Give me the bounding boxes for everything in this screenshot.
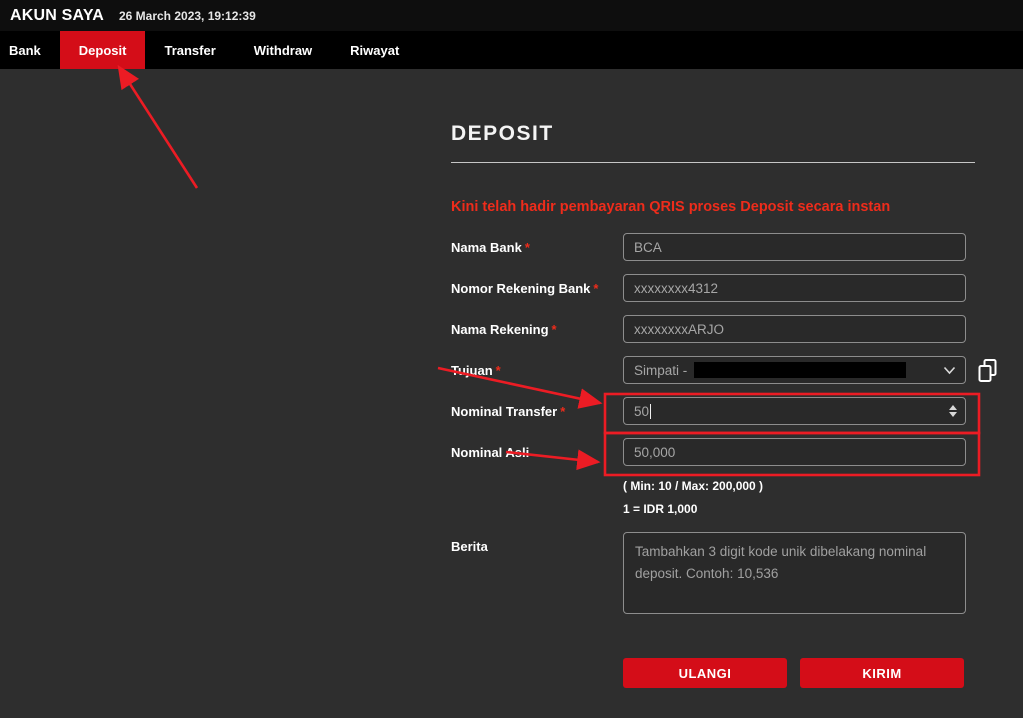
nama-bank-label-text: Nama Bank	[451, 240, 522, 255]
brand-title: AKUN SAYA	[10, 7, 104, 25]
nama-rekening-value: xxxxxxxxARJO	[634, 322, 724, 337]
field-row-nama-rekening: Nama Rekening* xxxxxxxxARJO	[451, 315, 975, 343]
nominal-asli-value: 50,000	[634, 445, 675, 460]
field-row-nominal-asli: Nominal Asli 50,000	[451, 438, 975, 466]
spinner-up-icon[interactable]	[949, 405, 957, 410]
tujuan-label-text: Tujuan	[451, 363, 493, 378]
berita-label: Berita	[451, 532, 623, 614]
tab-transfer[interactable]: Transfer	[145, 31, 234, 69]
qris-notice: Kini telah hadir pembayaran QRIS proses …	[451, 199, 975, 215]
current-datetime: 26 March 2023, 19:12:39	[119, 8, 256, 23]
required-mark: *	[560, 404, 565, 419]
ulangi-button[interactable]: ULANGI	[623, 658, 787, 688]
nama-bank-label: Nama Bank*	[451, 233, 623, 261]
min-max-note: ( Min: 10 / Max: 200,000 )	[623, 479, 975, 493]
required-mark: *	[525, 240, 530, 255]
nama-bank-input[interactable]: BCA	[623, 233, 966, 261]
text-caret	[650, 404, 651, 419]
nominal-transfer-input[interactable]: 50	[623, 397, 966, 425]
spinner-down-icon[interactable]	[949, 412, 957, 417]
tab-withdraw[interactable]: Withdraw	[235, 31, 331, 69]
tujuan-select[interactable]: Simpati -	[623, 356, 966, 384]
nominal-transfer-label: Nominal Transfer*	[451, 397, 623, 425]
tujuan-label: Tujuan*	[451, 356, 623, 384]
nominal-transfer-value: 50	[634, 404, 649, 419]
kirim-button[interactable]: KIRIM	[800, 658, 964, 688]
nomor-rekening-label-text: Nomor Rekening Bank	[451, 281, 590, 296]
field-row-tujuan: Tujuan* Simpati -	[451, 356, 975, 384]
deposit-form: DEPOSIT Kini telah hadir pembayaran QRIS…	[451, 122, 975, 688]
field-row-nama-bank: Nama Bank* BCA	[451, 233, 975, 261]
nominal-asli-label: Nominal Asli	[451, 438, 623, 466]
required-mark: *	[552, 322, 557, 337]
tujuan-selected-value: Simpati -	[634, 363, 687, 378]
field-row-berita: Berita Tambahkan 3 digit kode unik dibel…	[451, 532, 975, 614]
tab-bank[interactable]: Bank	[0, 31, 60, 69]
berita-label-text: Berita	[451, 539, 488, 554]
tab-deposit[interactable]: Deposit	[60, 31, 146, 69]
copy-icon[interactable]	[977, 358, 999, 384]
required-mark: *	[593, 281, 598, 296]
nominal-transfer-label-text: Nominal Transfer	[451, 404, 557, 419]
top-bar: AKUN SAYA 26 March 2023, 19:12:39	[0, 0, 1023, 31]
nama-bank-value: BCA	[634, 240, 662, 255]
nomor-rekening-input[interactable]: xxxxxxxx4312	[623, 274, 966, 302]
page-title: DEPOSIT	[451, 122, 975, 163]
nominal-asli-input[interactable]: 50,000	[623, 438, 966, 466]
form-buttons: ULANGI KIRIM	[623, 658, 975, 688]
nomor-rekening-value: xxxxxxxx4312	[634, 281, 718, 296]
required-mark: *	[496, 363, 501, 378]
rate-note: 1 = IDR 1,000	[623, 502, 975, 516]
redacted-value-bar	[694, 362, 906, 378]
nama-rekening-label: Nama Rekening*	[451, 315, 623, 343]
chevron-down-icon	[943, 366, 956, 375]
main-nav: Bank Deposit Transfer Withdraw Riwayat	[0, 31, 1023, 69]
number-spinner	[949, 405, 957, 417]
field-row-nomor-rekening: Nomor Rekening Bank* xxxxxxxx4312	[451, 274, 975, 302]
nominal-asli-label-text: Nominal Asli	[451, 445, 529, 460]
tab-riwayat[interactable]: Riwayat	[331, 31, 418, 69]
berita-textarea[interactable]: Tambahkan 3 digit kode unik dibelakang n…	[623, 532, 966, 614]
nomor-rekening-label: Nomor Rekening Bank*	[451, 274, 623, 302]
field-row-nominal-transfer: Nominal Transfer* 50	[451, 397, 975, 425]
nama-rekening-label-text: Nama Rekening	[451, 322, 549, 337]
annotation-arrow-deposit-tab	[119, 67, 197, 188]
nama-rekening-input[interactable]: xxxxxxxxARJO	[623, 315, 966, 343]
